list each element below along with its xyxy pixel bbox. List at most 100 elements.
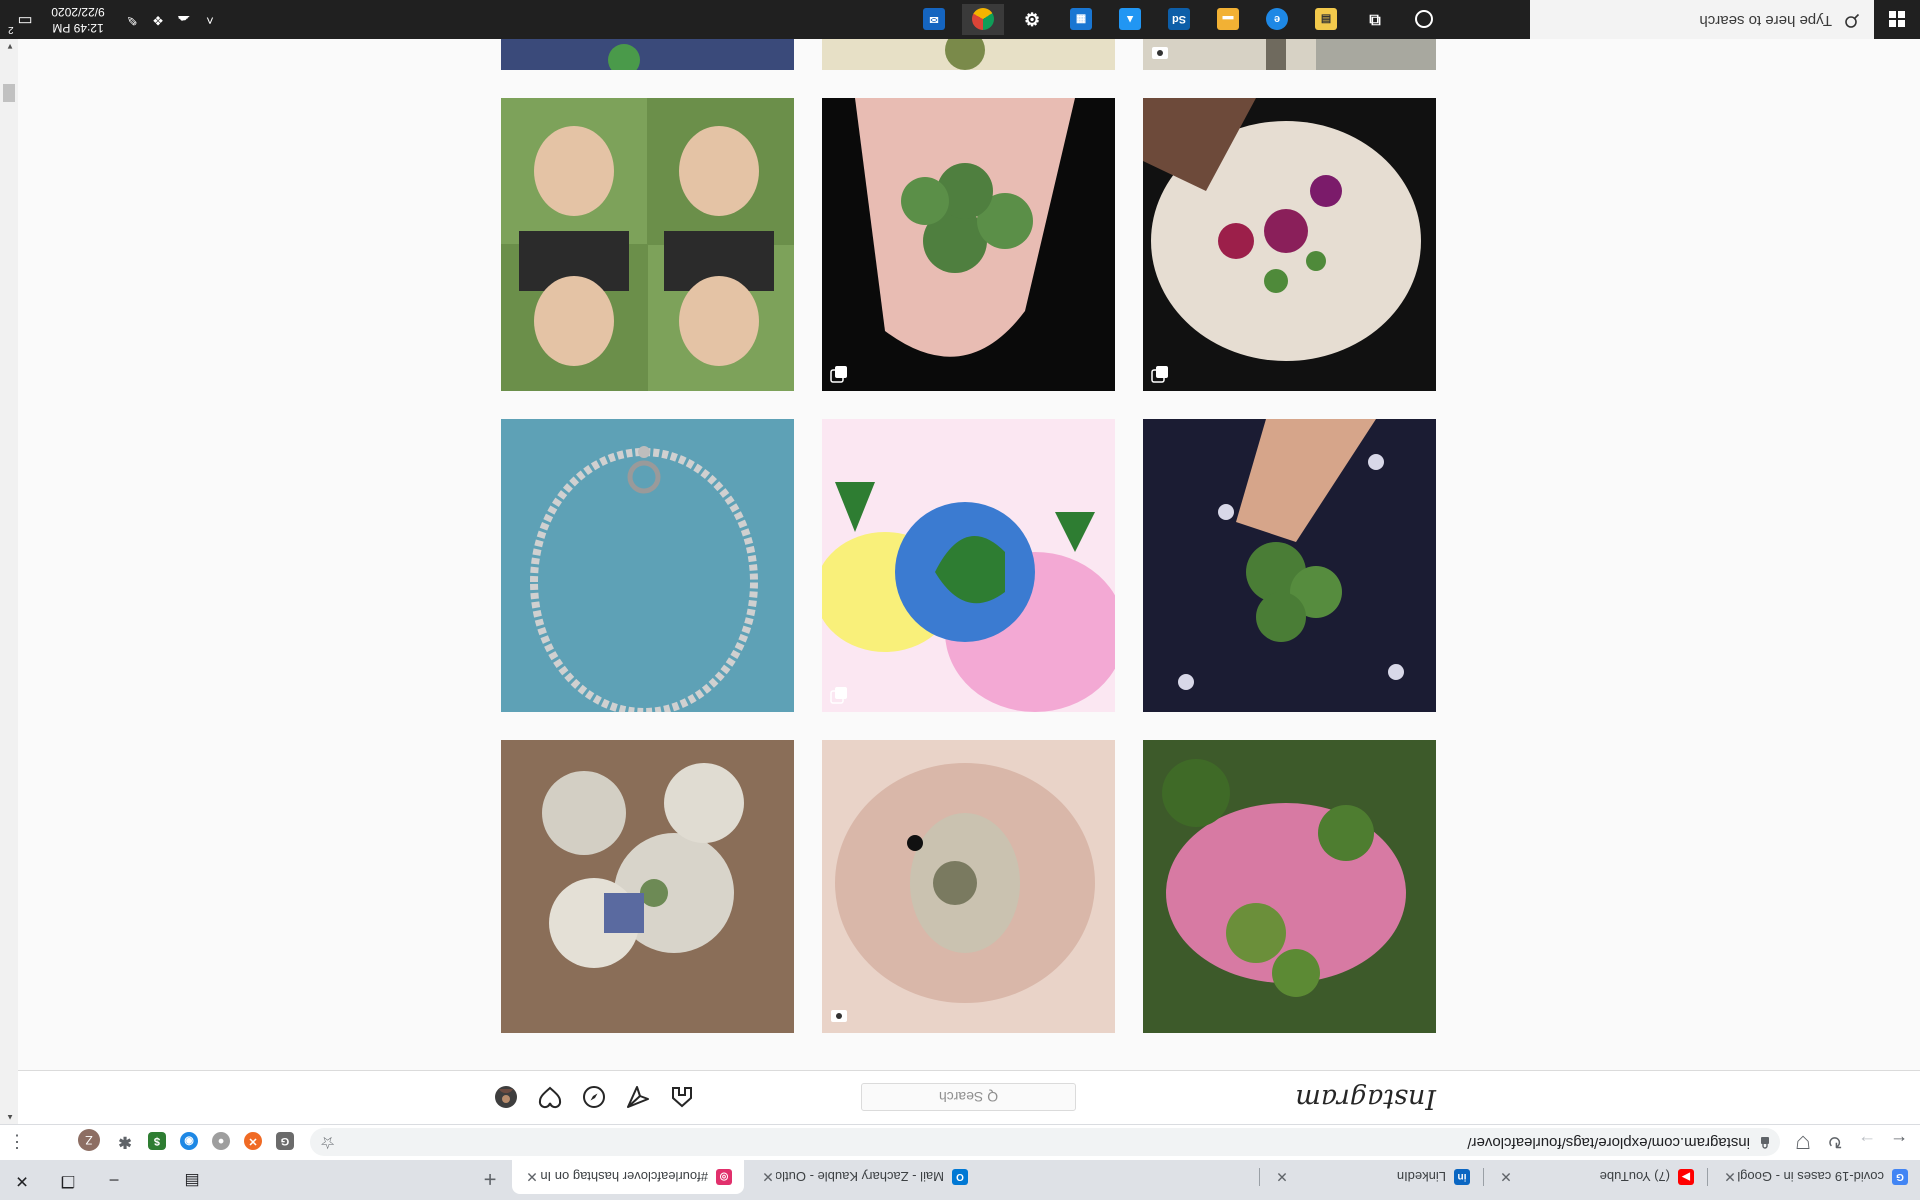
back-icon[interactable]: ← xyxy=(1888,1131,1910,1153)
post-tile[interactable] xyxy=(822,39,1115,70)
clock-time: 12:49 PM xyxy=(52,21,104,35)
notification-icon[interactable]: ▭ 2 xyxy=(8,9,36,35)
post-tile[interactable] xyxy=(1143,419,1436,712)
tab-search-icon[interactable]: ▤ xyxy=(172,1168,212,1192)
menu-icon[interactable]: ⋮ xyxy=(8,1132,26,1152)
mail-icon[interactable]: ✉ xyxy=(913,4,955,35)
mail-glyph: ✉ xyxy=(923,8,945,31)
scrollbar-thumb[interactable] xyxy=(3,84,15,102)
instagram-icon: ◎ xyxy=(716,1169,732,1185)
tab-instagram[interactable]: ◎ #fourleafclover hashtag on Insta ✕ xyxy=(512,1160,744,1194)
pen-icon[interactable]: ✎ xyxy=(124,11,140,29)
tab-youtube[interactable]: ▶ (7) YouTube ✕ xyxy=(1486,1160,1706,1194)
direct-icon[interactable] xyxy=(626,1085,650,1109)
scroll-down-arrow[interactable]: ▼ xyxy=(6,42,14,51)
system-clock[interactable]: 12:49 PM 9/22/2020 xyxy=(46,4,110,36)
post-tile[interactable] xyxy=(501,419,794,712)
post-tile[interactable] xyxy=(822,740,1115,1033)
google-icon: G xyxy=(1892,1169,1908,1185)
cortana-glyph xyxy=(1415,10,1433,29)
scroll-up-arrow[interactable]: ▲ xyxy=(6,1113,14,1122)
post-tile[interactable] xyxy=(822,419,1115,712)
extension-orange-icon[interactable]: ✕ xyxy=(244,1132,262,1150)
settings-icon[interactable]: ⚙ xyxy=(1011,4,1053,35)
search-input[interactable]: Q Search xyxy=(861,1083,1076,1111)
photoshop-glyph: Sd xyxy=(1168,8,1190,31)
post-image xyxy=(501,39,794,70)
edge-glyph: e xyxy=(1266,8,1288,31)
start-button[interactable] xyxy=(1874,0,1920,39)
edge-icon[interactable]: e xyxy=(1256,4,1298,35)
browser-toolbar: ← → ↻ ⛉ instagram.com/explore/tags/fourl… xyxy=(0,1124,1920,1160)
dropbox-icon[interactable]: ❖ xyxy=(150,11,166,29)
tab-linkedin[interactable]: in LinkedIn ✕ xyxy=(1262,1160,1482,1194)
bookmark-star-icon[interactable]: ☆ xyxy=(320,1132,335,1152)
tab-google[interactable]: G covid-19 cases in - Google Sear ✕ xyxy=(1710,1160,1920,1194)
close-icon[interactable]: ✕ xyxy=(1274,1169,1290,1185)
post-tile[interactable] xyxy=(822,98,1115,391)
tab-title: Mail - Zachary Kauble - Outlook xyxy=(776,1169,944,1185)
post-tile[interactable] xyxy=(1143,39,1436,70)
post-image xyxy=(822,419,1115,712)
post-image xyxy=(822,740,1115,1033)
taskbar: Type here to search ⧉ ▤ e ▬ Sd ▲ ▦ ⚙ ✉ ˄… xyxy=(0,0,1920,39)
outlook-icon: O xyxy=(952,1169,968,1185)
file-explorer-icon[interactable]: ▤ xyxy=(1305,4,1347,35)
post-tile[interactable] xyxy=(501,39,794,70)
home-icon[interactable] xyxy=(670,1085,694,1109)
extension-shield-icon[interactable]: ⛉ xyxy=(1792,1131,1814,1153)
post-image xyxy=(1143,419,1436,712)
photoshop-icon[interactable]: Sd xyxy=(1158,4,1200,35)
tab-separator xyxy=(1707,1168,1708,1186)
post-tile[interactable] xyxy=(501,740,794,1033)
post-tile[interactable] xyxy=(501,98,794,391)
forward-icon[interactable]: → xyxy=(1856,1131,1878,1153)
search-icon xyxy=(1845,13,1860,28)
youtube-icon: ▶ xyxy=(1678,1169,1694,1185)
extension-blue-icon[interactable]: ◉ xyxy=(180,1132,198,1150)
new-tab-button[interactable]: + xyxy=(478,1166,502,1192)
profile-avatar[interactable]: Z xyxy=(78,1129,100,1151)
store-icon[interactable]: ▦ xyxy=(1060,4,1102,35)
post-image xyxy=(1143,740,1436,1033)
extension-circle-icon[interactable]: ● xyxy=(212,1132,230,1150)
tab-separator xyxy=(1483,1168,1484,1186)
minimize-button[interactable]: – xyxy=(94,1168,134,1192)
activity-icon[interactable] xyxy=(538,1085,562,1109)
photos-icon[interactable]: ▲ xyxy=(1109,4,1151,35)
file-explorer-glyph: ▤ xyxy=(1315,8,1337,31)
close-window-button[interactable]: ✕ xyxy=(2,1168,42,1192)
cortana-icon[interactable] xyxy=(1403,4,1445,35)
chrome-icon[interactable] xyxy=(962,4,1004,35)
reload-icon[interactable]: ↻ xyxy=(1824,1131,1846,1153)
explore-icon[interactable] xyxy=(582,1085,606,1109)
close-icon[interactable]: ✕ xyxy=(1498,1169,1514,1185)
post-tile[interactable] xyxy=(1143,98,1436,391)
clock-date: 9/22/2020 xyxy=(51,5,105,19)
post-tile[interactable] xyxy=(1143,740,1436,1033)
close-icon[interactable]: ✕ xyxy=(1722,1169,1738,1185)
task-view-icon[interactable]: ⧉ xyxy=(1354,4,1396,35)
tab-outlook[interactable]: O Mail - Zachary Kauble - Outlook ✕ xyxy=(748,1160,980,1194)
tab-separator xyxy=(1259,1168,1260,1186)
instagram-logo[interactable]: Instagram xyxy=(1295,1083,1436,1114)
extension-grammarly-icon[interactable]: G xyxy=(276,1132,294,1150)
file-manager-icon[interactable]: ▬ xyxy=(1207,4,1249,35)
address-bar[interactable]: instagram.com/explore/tags/fourleafclove… xyxy=(310,1128,1780,1156)
extension-green-icon[interactable]: $ xyxy=(148,1132,166,1150)
page-scrollbar[interactable] xyxy=(0,39,18,1124)
linkedin-icon: in xyxy=(1454,1169,1470,1185)
close-icon[interactable]: ✕ xyxy=(524,1169,540,1185)
restore-button[interactable]: ❐ xyxy=(48,1168,88,1192)
extensions-puzzle-icon[interactable]: ✱ xyxy=(116,1132,134,1150)
tab-title: covid-19 cases in - Google Sear xyxy=(1738,1169,1884,1185)
close-icon[interactable]: ✕ xyxy=(760,1169,776,1185)
onedrive-icon[interactable]: ☁ xyxy=(176,11,192,29)
chevron-up-icon[interactable]: ˄ xyxy=(202,11,218,29)
profile-avatar[interactable] xyxy=(494,1085,518,1109)
url-text: instagram.com/explore/tags/fourleafclove… xyxy=(1467,1134,1750,1151)
lock-icon xyxy=(1761,1137,1769,1149)
windows-icon xyxy=(1889,11,1905,27)
taskbar-search-box[interactable]: Type here to search xyxy=(1530,0,1874,39)
notification-count: 2 xyxy=(8,24,14,35)
